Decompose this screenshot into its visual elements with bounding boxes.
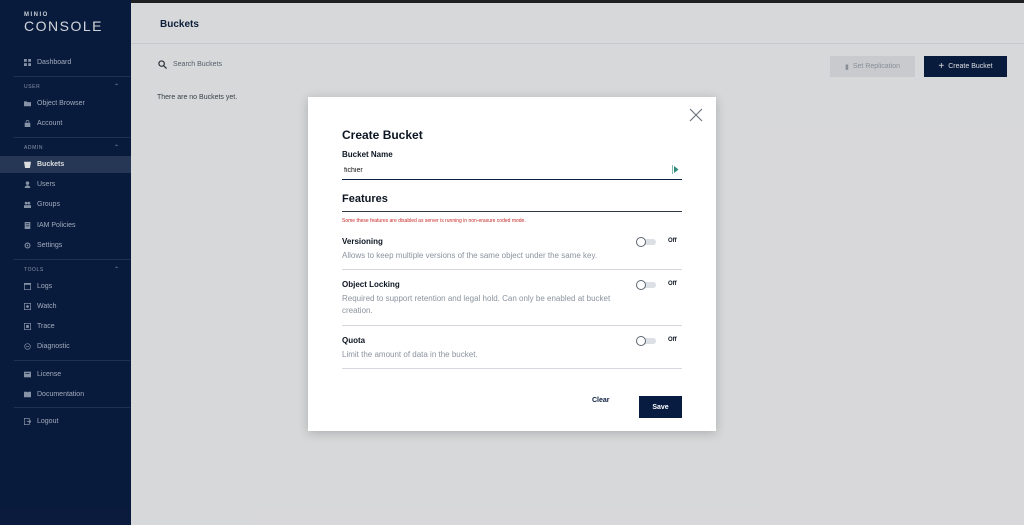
option-divider <box>342 325 682 326</box>
option-divider <box>342 269 682 270</box>
features-divider <box>342 211 682 212</box>
autofill-icon[interactable] <box>672 165 679 174</box>
versioning-toggle[interactable] <box>636 237 656 247</box>
close-icon[interactable] <box>688 107 704 123</box>
features-title: Features <box>342 193 388 205</box>
versioning-description: Allows to keep multiple versions of the … <box>342 251 598 260</box>
features-warning: Some these features are disabled as serv… <box>342 218 526 224</box>
toggle-knob <box>636 336 646 346</box>
versioning-title: Versioning <box>342 237 383 246</box>
object-locking-state: Off <box>668 281 677 287</box>
create-bucket-modal: Create Bucket Bucket Name Features Some … <box>308 97 716 431</box>
quota-state: Off <box>668 337 677 343</box>
option-divider <box>342 368 682 369</box>
save-button[interactable]: Save <box>639 396 682 418</box>
modal-title: Create Bucket <box>342 128 423 142</box>
object-locking-description: Required to support retention and legal … <box>342 294 611 315</box>
toggle-knob <box>636 237 646 247</box>
quota-title: Quota <box>342 336 366 345</box>
quota-toggle[interactable] <box>636 336 656 346</box>
quota-description: Limit the amount of data in the bucket. <box>342 350 478 359</box>
object-locking-option: Object Locking Required to support reten… <box>342 280 682 317</box>
toggle-knob <box>636 280 646 290</box>
object-locking-toggle[interactable] <box>636 280 656 290</box>
bucket-name-label: Bucket Name <box>342 150 393 159</box>
object-locking-title: Object Locking <box>342 280 400 289</box>
quota-option: Quota Limit the amount of data in the bu… <box>342 336 682 361</box>
clear-button[interactable]: Clear <box>592 397 610 404</box>
versioning-option: Versioning Allows to keep multiple versi… <box>342 237 682 262</box>
versioning-state: Off <box>668 238 677 244</box>
bucket-name-input[interactable] <box>342 161 682 180</box>
